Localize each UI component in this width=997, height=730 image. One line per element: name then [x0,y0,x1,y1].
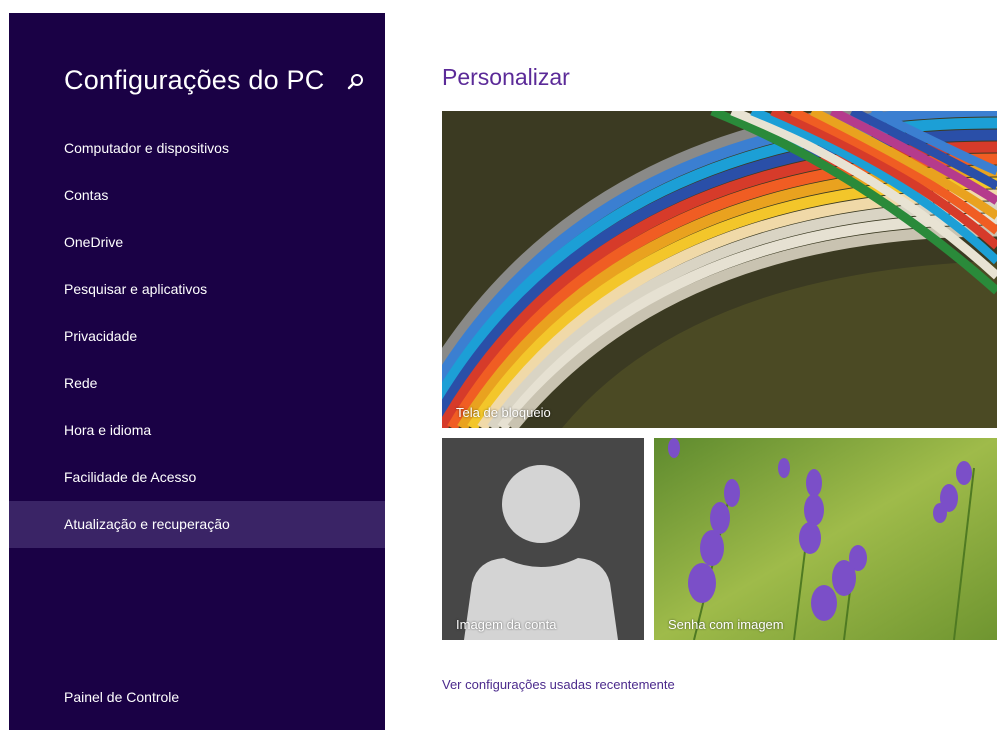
picture-password-tile[interactable]: Senha com imagem [654,438,997,640]
sidebar: Configurações do PC Computador e disposi… [9,13,385,730]
nav-item-atualizacao-e-recuperacao[interactable]: Atualização e recuperação [9,501,385,548]
recent-settings-link[interactable]: Ver configurações usadas recentemente [442,677,675,692]
nav-item-contas[interactable]: Contas [9,172,385,219]
lock-screen-label: Tela de bloqueio [456,405,551,420]
nav-item-hora-e-idioma[interactable]: Hora e idioma [9,407,385,454]
search-icon [347,74,363,90]
account-picture-tile[interactable]: Imagem da conta [442,438,644,640]
user-avatar-icon [442,438,644,640]
nav-item-computador-e-dispositivos[interactable]: Computador e dispositivos [9,125,385,172]
control-panel-link[interactable]: Painel de Controle [64,689,179,705]
lavender-image [654,438,997,640]
app-title: Configurações do PC [64,65,325,95]
picture-password-label: Senha com imagem [668,617,784,632]
lock-screen-image [442,111,997,428]
page-title: Personalizar [442,64,570,90]
account-picture-label: Imagem da conta [456,617,557,632]
nav-item-facilidade-de-acesso[interactable]: Facilidade de Acesso [9,454,385,501]
nav-item-privacidade[interactable]: Privacidade [9,313,385,360]
nav-item-rede[interactable]: Rede [9,360,385,407]
settings-nav: Computador e dispositivos Contas OneDriv… [9,125,385,548]
nav-item-onedrive[interactable]: OneDrive [9,219,385,266]
lock-screen-tile[interactable]: Tela de bloqueio [442,111,997,428]
nav-item-pesquisar-e-aplicativos[interactable]: Pesquisar e aplicativos [9,266,385,313]
search-button[interactable] [344,70,368,94]
